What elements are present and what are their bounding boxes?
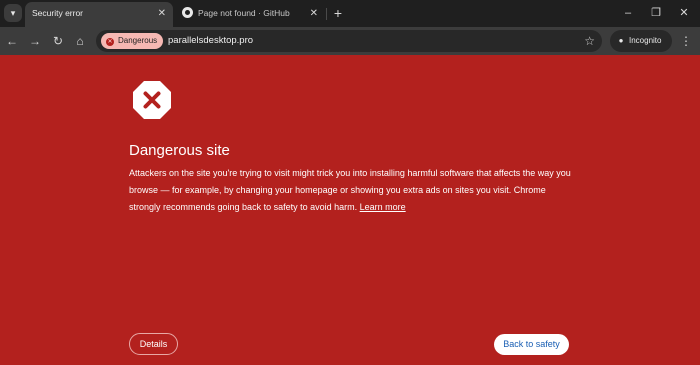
chevron-down-icon: ▾ [10,8,16,18]
tab-close-icon[interactable]: ✕ [158,2,166,25]
tab-github[interactable]: Page not found · GitHub ✕ [175,2,325,27]
security-status-chip[interactable]: ✕ Dangerous [101,33,164,49]
new-tab-button[interactable]: + [330,3,346,23]
incognito-label: Incognito [629,36,662,45]
tab-divider [326,8,327,20]
danger-icon: ✕ [106,38,114,46]
reload-button[interactable]: ↻ [48,31,68,51]
maximize-button[interactable]: ❐ [645,3,667,23]
tab-strip: ▾ Security error ✕ Page not found · GitH… [0,0,700,27]
tab-title: Page not found · GitHub [198,8,290,18]
close-window-button[interactable]: ✕ [673,3,695,23]
security-status-label: Dangerous [118,36,158,45]
url-text[interactable]: parallelsdesktop.pro [168,30,253,52]
github-icon [182,7,193,18]
tab-security-error[interactable]: Security error ✕ [25,2,173,27]
bookmark-star-icon[interactable]: ☆ [584,30,595,52]
address-bar[interactable]: ✕ Dangerous parallelsdesktop.pro ☆ [96,30,602,52]
page-title: Dangerous site [129,142,230,159]
chrome-menu-button[interactable]: ⋮ [679,31,693,51]
back-button[interactable]: ← [2,31,22,51]
home-button[interactable]: ⌂ [70,31,90,51]
danger-octagon-icon [133,81,171,119]
tab-search-button[interactable]: ▾ [4,4,22,22]
forward-button[interactable]: → [25,31,45,51]
learn-more-link[interactable]: Learn more [360,202,406,212]
details-button[interactable]: Details [129,333,178,355]
browser-toolbar: ← → ↻ ⌂ ✕ Dangerous parallelsdesktop.pro … [0,27,700,55]
incognito-indicator[interactable]: ● Incognito [610,30,672,52]
warning-description: Attackers on the site you're trying to v… [129,165,579,216]
tab-close-icon[interactable]: ✕ [310,2,318,25]
minimize-button[interactable]: – [617,3,639,23]
tab-title: Security error [32,8,84,18]
back-to-safety-button[interactable]: Back to safety [494,334,569,355]
incognito-icon: ● [618,36,624,45]
warning-body-text: Attackers on the site you're trying to v… [129,168,571,212]
